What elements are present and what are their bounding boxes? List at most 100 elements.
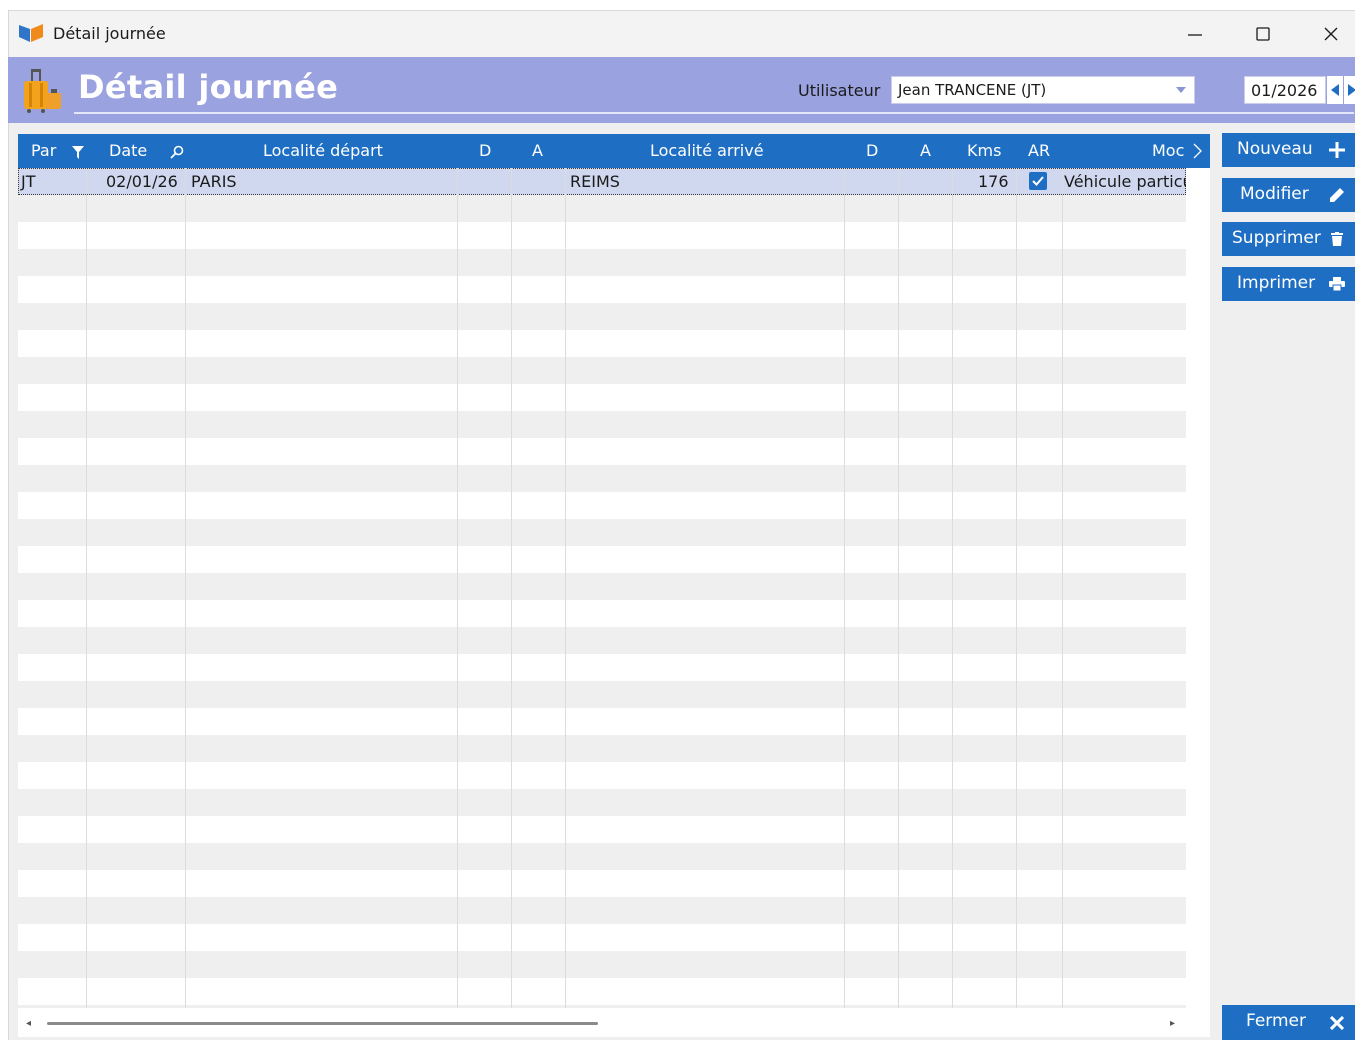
column-separator <box>185 168 186 1008</box>
empty-row <box>18 735 1186 762</box>
column-header-a2[interactable]: A <box>920 134 931 168</box>
journey-table: Par Date Localité départ D A Localité ar… <box>18 134 1210 1037</box>
empty-row <box>18 978 1186 1005</box>
table-body: JT 02/01/26 PARIS REIMS 176 Véhicule par… <box>18 168 1186 1008</box>
close-window-button[interactable] <box>1297 11 1355 57</box>
next-period-button[interactable] <box>1344 76 1355 104</box>
column-separator <box>457 168 458 1008</box>
new-button-label: Nouveau <box>1237 139 1313 159</box>
table-header: Par Date Localité départ D A Localité ar… <box>18 134 1210 168</box>
app-logo-icon <box>19 23 43 43</box>
column-header-date[interactable]: Date <box>109 134 147 168</box>
scrollbar-thumb[interactable] <box>47 1022 598 1025</box>
ar-checkbox[interactable] <box>1029 172 1047 190</box>
empty-row <box>18 627 1186 654</box>
window-titlebar: Détail journée <box>8 10 1355 57</box>
column-header-d1[interactable]: D <box>479 134 491 168</box>
empty-row <box>18 519 1186 546</box>
empty-row <box>18 816 1186 843</box>
empty-row <box>18 330 1186 357</box>
empty-row <box>18 573 1186 600</box>
column-header-par[interactable]: Par <box>31 134 56 168</box>
empty-row <box>18 924 1186 951</box>
print-button[interactable]: Imprimer <box>1222 267 1355 301</box>
empty-row <box>18 249 1186 276</box>
column-header-kms[interactable]: Kms <box>967 134 1001 168</box>
chevron-right-icon[interactable] <box>1193 143 1202 163</box>
maximize-icon <box>1256 27 1270 41</box>
empty-row <box>18 600 1186 627</box>
empty-row <box>18 1005 1186 1008</box>
edit-button-label: Modifier <box>1240 184 1309 204</box>
empty-row <box>18 276 1186 303</box>
cell-localite-depart: PARIS <box>191 172 237 191</box>
chevron-right-icon <box>1348 84 1355 96</box>
column-header-d2[interactable]: D <box>866 134 878 168</box>
column-separator <box>565 168 566 1008</box>
empty-row <box>18 303 1186 330</box>
print-button-label: Imprimer <box>1237 273 1316 293</box>
empty-row <box>18 546 1186 573</box>
trash-icon <box>1329 231 1345 247</box>
pencil-icon <box>1329 187 1345 203</box>
column-header-a1[interactable]: A <box>532 134 543 168</box>
empty-row <box>18 357 1186 384</box>
empty-row <box>18 762 1186 789</box>
empty-row <box>18 222 1186 249</box>
cell-date: 02/01/26 <box>106 172 178 191</box>
empty-row <box>18 681 1186 708</box>
empty-row <box>18 384 1186 411</box>
column-separator <box>844 168 845 1008</box>
delete-button-label: Supprimer <box>1232 228 1321 248</box>
column-header-localite-arrivee[interactable]: Localité arrivé <box>650 134 764 168</box>
cell-mode: Véhicule particu <box>1064 172 1186 191</box>
delete-button[interactable]: Supprimer <box>1222 222 1355 256</box>
minimize-button[interactable] <box>1161 11 1229 57</box>
column-separator <box>898 168 899 1008</box>
dropdown-arrow-icon[interactable] <box>1168 77 1194 103</box>
scroll-right-arrow-icon[interactable]: ▸ <box>1170 1018 1175 1029</box>
plus-icon <box>1329 142 1345 158</box>
close-button[interactable]: Fermer <box>1222 1005 1355 1040</box>
empty-row <box>18 870 1186 897</box>
horizontal-scrollbar[interactable]: ◂ ▸ <box>18 1010 1186 1037</box>
cell-kms: 176 <box>978 172 1009 191</box>
column-separator <box>86 168 87 1008</box>
edit-button[interactable]: Modifier <box>1222 178 1355 212</box>
scroll-left-arrow-icon[interactable]: ◂ <box>26 1018 31 1029</box>
previous-period-button[interactable] <box>1327 76 1343 104</box>
empty-row <box>18 195 1186 222</box>
cell-par: JT <box>21 172 36 191</box>
close-button-label: Fermer <box>1246 1011 1307 1031</box>
user-select[interactable]: Jean TRANCENE (JT) <box>891 76 1195 104</box>
empty-row <box>18 897 1186 924</box>
user-select-value: Jean TRANCENE (JT) <box>898 81 1047 99</box>
luggage-icon <box>20 67 64 113</box>
empty-row <box>18 438 1186 465</box>
window-title: Détail journée <box>53 24 166 43</box>
minimize-icon <box>1188 34 1202 36</box>
column-separator <box>1062 168 1063 1008</box>
table-row[interactable]: JT 02/01/26 PARIS REIMS 176 Véhicule par… <box>18 168 1186 195</box>
column-header-mode[interactable]: Moc <box>1152 134 1184 168</box>
empty-row <box>18 654 1186 681</box>
period-field[interactable]: 01/2026 <box>1244 76 1326 104</box>
search-icon[interactable] <box>170 144 184 163</box>
column-header-ar[interactable]: AR <box>1028 134 1050 168</box>
close-icon <box>1324 27 1338 41</box>
page-header: Détail journée Utilisateur Jean TRANCENE… <box>8 57 1355 123</box>
column-separator <box>952 168 953 1008</box>
user-label: Utilisateur <box>798 81 881 100</box>
cell-localite-arrivee: REIMS <box>570 172 620 191</box>
maximize-button[interactable] <box>1229 11 1297 57</box>
printer-icon <box>1329 276 1345 292</box>
column-separator <box>511 168 512 1008</box>
chevron-left-icon <box>1331 84 1339 96</box>
column-separator <box>1016 168 1017 1008</box>
column-header-localite-depart[interactable]: Localité départ <box>263 134 383 168</box>
filter-icon[interactable] <box>72 144 84 163</box>
empty-row <box>18 492 1186 519</box>
empty-row <box>18 465 1186 492</box>
new-button[interactable]: Nouveau <box>1222 133 1355 167</box>
empty-row <box>18 411 1186 438</box>
